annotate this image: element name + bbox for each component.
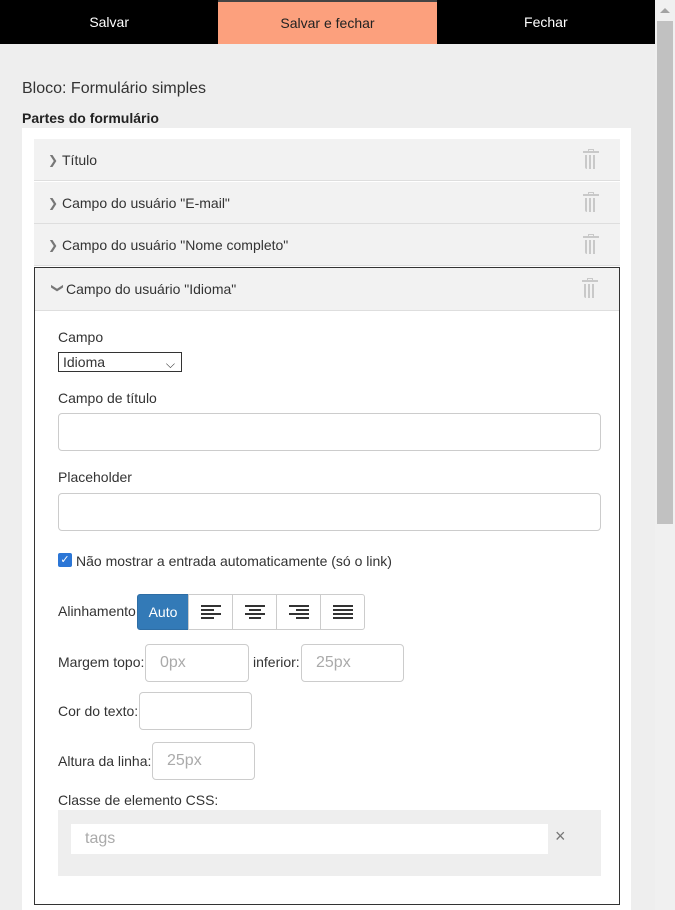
save-and-close-button[interactable]: Salvar e fechar [218, 0, 437, 44]
chevron-right-icon: ❯ [48, 237, 59, 252]
vertical-scrollbar[interactable] [655, 0, 675, 910]
css-class-tags-input[interactable]: tags [71, 824, 548, 854]
alignment-label: Alinhamento [58, 603, 136, 619]
scroll-up-arrow-icon[interactable] [655, 0, 675, 20]
form-part-language-editor: ❯ Campo do usuário "Idioma" Campo Idioma… [34, 267, 620, 905]
align-justify-button[interactable] [320, 594, 365, 630]
css-class-label: Classe de elemento CSS: [58, 792, 219, 808]
justify-align-icon [332, 604, 353, 620]
hide-input-checkbox-label: Não mostrar a entrada automaticamente (s… [76, 553, 392, 569]
block-title: Bloco: Formulário simples [22, 80, 207, 97]
form-part-email[interactable]: ❯ Campo do usuário "E-mail" [34, 182, 620, 224]
chevron-down-icon: ⌵ [165, 357, 175, 371]
clear-tags-icon[interactable]: × [555, 826, 566, 847]
placeholder-label: Placeholder [58, 469, 132, 485]
margin-top-input[interactable]: 0px [145, 644, 249, 682]
field-select-value: Idioma [63, 354, 106, 370]
line-height-input[interactable]: 25px [152, 742, 255, 780]
line-height-label: Altura da linha: [58, 753, 152, 769]
chevron-down-icon: ❯ [51, 283, 65, 294]
align-center-button[interactable] [232, 594, 277, 630]
margin-bottom-label: inferior: [253, 654, 300, 670]
title-field-input[interactable] [58, 413, 601, 451]
align-auto-button[interactable]: Auto [137, 594, 189, 630]
hide-input-checkbox[interactable]: ✓ [58, 553, 72, 567]
form-part-full-name[interactable]: ❯ Campo do usuário "Nome completo" [34, 224, 620, 266]
top-toolbar: Salvar Salvar e fechar Fechar [0, 0, 655, 44]
align-left-button[interactable] [188, 594, 233, 630]
center-align-icon [244, 604, 265, 620]
right-align-icon [288, 604, 309, 620]
close-button[interactable]: Fechar [436, 0, 655, 44]
left-align-icon [200, 604, 221, 620]
field-label: Campo [58, 329, 104, 345]
form-part-label: Campo do usuário "E-mail" [62, 194, 230, 211]
title-field-label: Campo de título [58, 390, 157, 406]
form-part-label: Título [62, 151, 98, 168]
trash-icon[interactable] [582, 148, 600, 170]
align-right-button[interactable] [276, 594, 321, 630]
form-parts-heading: Partes do formulário [22, 110, 159, 126]
text-color-input[interactable] [139, 692, 252, 730]
margin-top-label: Margem topo: [58, 654, 145, 670]
form-parts-panel: ❯ Título ❯ Campo do usuário "E-mail" ❯ C… [22, 128, 631, 910]
css-class-tags-box: tags × [58, 810, 601, 876]
chevron-right-icon: ❯ [48, 195, 59, 210]
alignment-button-group: Auto [137, 594, 365, 630]
trash-icon[interactable] [582, 191, 600, 213]
form-part-title[interactable]: ❯ Título [34, 139, 620, 181]
margin-bottom-input[interactable]: 25px [301, 644, 404, 682]
chevron-right-icon: ❯ [48, 152, 59, 167]
text-color-label: Cor do texto: [58, 703, 139, 719]
form-part-language[interactable]: ❯ Campo do usuário "Idioma" [35, 268, 619, 311]
save-button[interactable]: Salvar [0, 0, 219, 44]
trash-icon[interactable] [582, 233, 600, 255]
trash-icon[interactable] [581, 278, 599, 299]
form-part-label: Campo do usuário "Idioma" [66, 281, 237, 297]
field-select[interactable]: Idioma ⌵ [58, 352, 182, 372]
scroll-thumb[interactable] [657, 21, 673, 524]
form-part-label: Campo do usuário "Nome completo" [62, 236, 289, 253]
placeholder-input[interactable] [58, 493, 601, 531]
